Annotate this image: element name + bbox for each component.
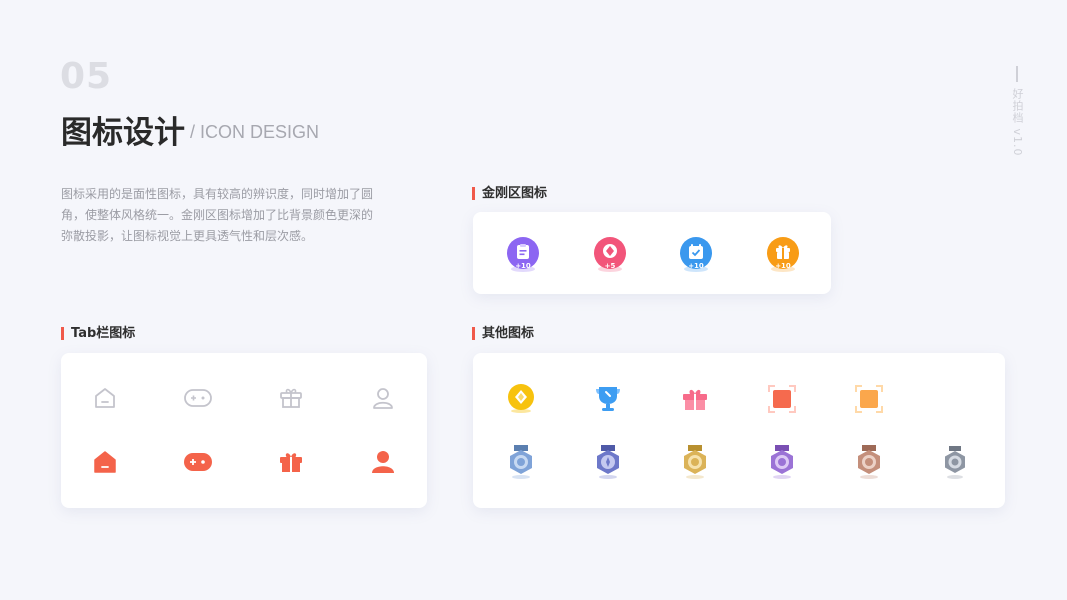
gift-box-icon xyxy=(679,383,711,415)
page-title: 图标设计 xyxy=(61,115,185,151)
user-active-icon[interactable] xyxy=(369,448,397,476)
jingang-badge-1: +10 xyxy=(515,262,531,270)
medal-gold-icon xyxy=(679,444,711,480)
side-label-text: 好拍档 v1.0 xyxy=(1011,88,1024,157)
medal-gray-icon xyxy=(939,444,971,480)
gold-coin-icon xyxy=(505,383,537,415)
section-number: 05 xyxy=(60,56,113,97)
tabbar-card xyxy=(61,353,427,508)
page-subtitle: / ICON DESIGN xyxy=(190,122,320,142)
medal-blue-icon xyxy=(505,444,537,480)
home-icon[interactable] xyxy=(91,384,119,412)
scan-frame-orange-icon xyxy=(853,383,885,415)
trophy-icon xyxy=(592,383,624,415)
jingang-badge-4: +10 xyxy=(775,262,791,270)
user-icon[interactable] xyxy=(369,384,397,412)
scan-frame-red-icon xyxy=(766,383,798,415)
jingang-badge-2: +5 xyxy=(604,262,616,270)
side-label-bar xyxy=(1016,66,1018,82)
gift-icon[interactable] xyxy=(277,384,305,412)
gift-active-icon[interactable] xyxy=(277,448,305,476)
others-card xyxy=(473,353,1005,508)
side-label: 好拍档 v1.0 xyxy=(1007,66,1027,157)
jingang-card: +10 +5 +10 +10 xyxy=(473,212,831,294)
section-title-jingang: 金刚区图标 xyxy=(472,187,547,200)
section-title-others: 其他图标 xyxy=(472,327,534,340)
gamepad-icon[interactable] xyxy=(182,384,214,412)
description: 图标采用的是面性图标，具有较高的辨识度，同时增加了圆角，使整体风格统一。金刚区图… xyxy=(61,187,374,243)
home-active-icon[interactable] xyxy=(91,448,119,476)
gamepad-active-icon[interactable] xyxy=(182,448,214,476)
jingang-badge-3: +10 xyxy=(688,262,704,270)
medal-purple-icon xyxy=(766,444,798,480)
medal-indigo-icon xyxy=(592,444,624,480)
section-title-tabbar: Tab栏图标 xyxy=(61,327,135,340)
medal-bronze-icon xyxy=(853,444,885,480)
